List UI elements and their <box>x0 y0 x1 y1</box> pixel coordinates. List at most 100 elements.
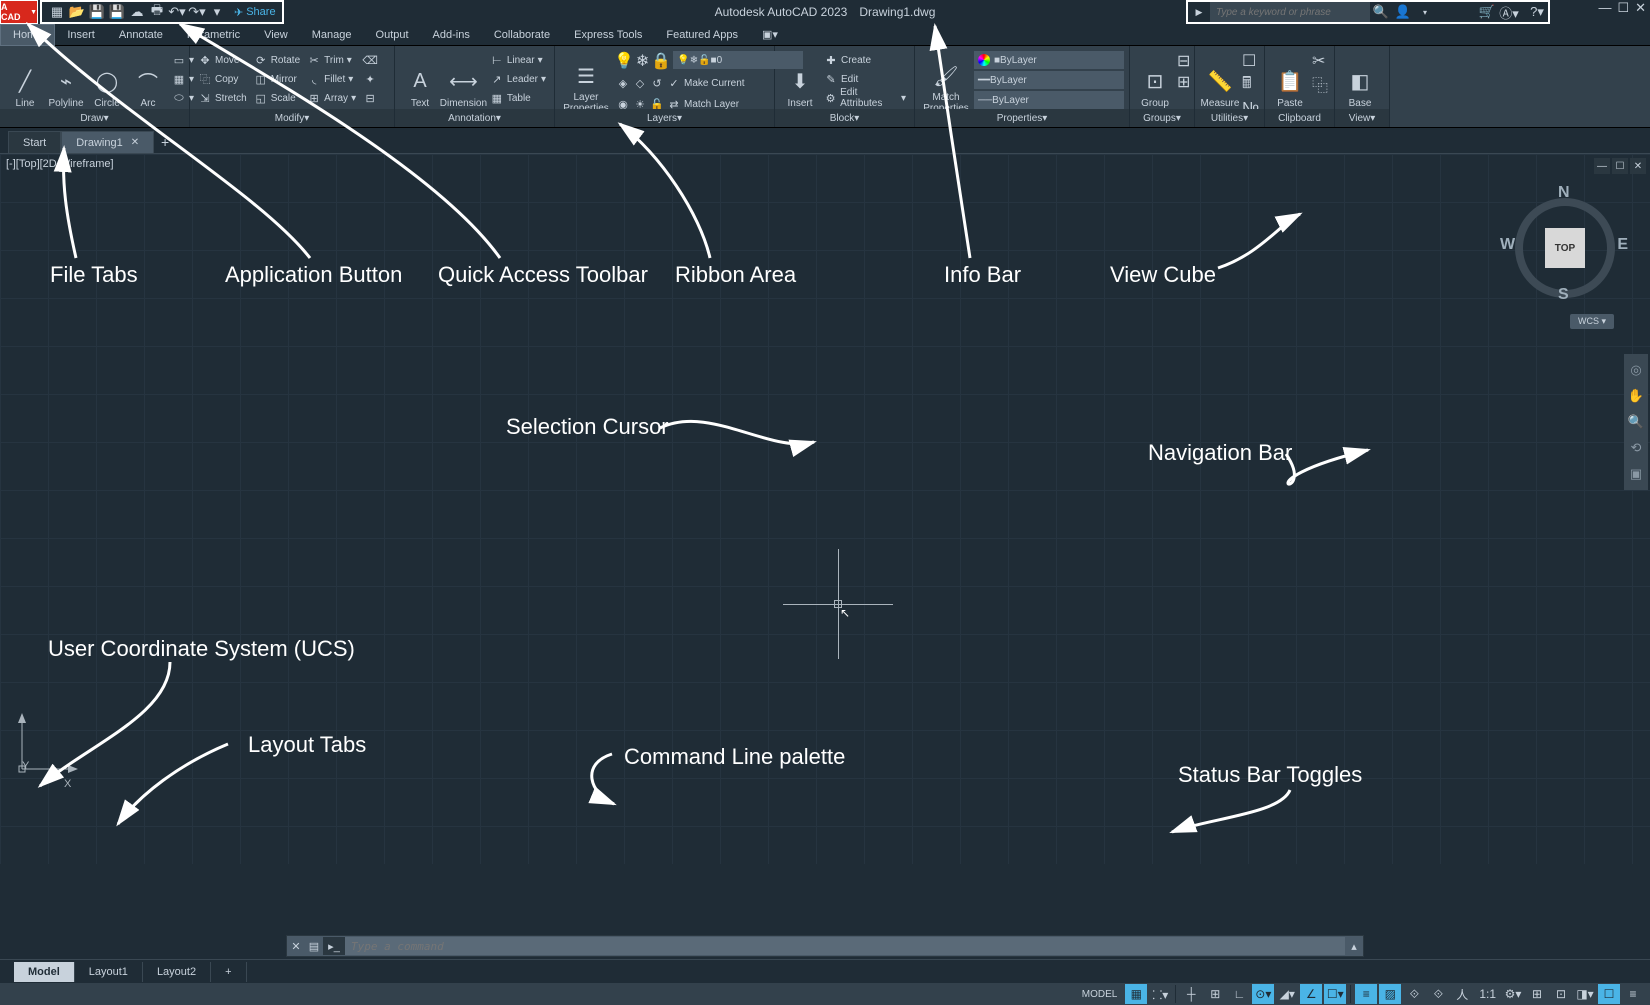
layer-off-icon[interactable]: 💡 <box>614 51 634 71</box>
viewcube-south[interactable]: S <box>1558 286 1569 304</box>
status-osnap-icon[interactable]: ∠ <box>1300 984 1322 1004</box>
color-combo[interactable]: ■ ByLayer <box>974 51 1124 69</box>
viewcube-north[interactable]: N <box>1558 184 1570 202</box>
status-isodraft-icon[interactable]: ◢▾ <box>1276 984 1298 1004</box>
viewcube-top-face[interactable]: TOP <box>1545 228 1585 268</box>
saveas-icon[interactable]: 💾 <box>108 3 126 21</box>
viewport-minimize-icon[interactable]: — <box>1594 158 1610 174</box>
layer-freeze-icon[interactable]: ❄ <box>636 51 649 71</box>
erase-button[interactable]: ⌫ <box>361 51 379 69</box>
scale-button[interactable]: ◱Scale <box>252 89 302 107</box>
status-hardware-icon[interactable]: ⊡ <box>1550 984 1572 1004</box>
status-anno-visibility-icon[interactable]: 人 <box>1451 984 1473 1004</box>
drawing-area[interactable]: [-][Top][2D Wireframe] — ☐ ✕ N S E W TOP… <box>0 154 1650 864</box>
panel-utilities-title[interactable]: Utilities▾ <box>1195 109 1264 127</box>
signin-icon[interactable]: 👤 <box>1392 1 1414 23</box>
panel-modify-title[interactable]: Modify ▾ <box>190 109 394 127</box>
status-grid-icon[interactable]: ▦ <box>1125 984 1147 1004</box>
panel-annotation-title[interactable]: Annotation ▾ <box>395 109 554 127</box>
ungroup-icon[interactable]: ⊟ <box>1177 51 1190 71</box>
tab-express-tools[interactable]: Express Tools <box>562 24 654 46</box>
status-lineweight-icon[interactable]: ≡ <box>1355 984 1377 1004</box>
tab-home[interactable]: Home <box>0 24 55 46</box>
panel-layers-title[interactable]: Layers ▾ <box>555 109 774 127</box>
status-clean-icon[interactable]: ☐ <box>1598 984 1620 1004</box>
viewport-close-icon[interactable]: ✕ <box>1630 158 1646 174</box>
close-icon[interactable]: ✕ <box>1635 0 1646 16</box>
viewcube-east[interactable]: E <box>1617 236 1628 254</box>
rotate-button[interactable]: ⟳Rotate <box>252 51 302 69</box>
explode-button[interactable]: ✦ <box>361 70 379 88</box>
lineweight-combo[interactable]: ━━ ByLayer <box>974 71 1124 89</box>
nav-showmotion-icon[interactable]: ▣ <box>1626 462 1646 486</box>
status-infer-icon[interactable]: ┼ <box>1180 984 1202 1004</box>
plot-icon[interactable]: 🖶 <box>148 3 166 21</box>
status-monitor-icon[interactable]: ⊞ <box>1526 984 1548 1004</box>
status-polar-icon[interactable]: ⊙▾ <box>1252 984 1274 1004</box>
nav-pan-icon[interactable]: ✋ <box>1626 384 1646 408</box>
trim-button[interactable]: ✂Trim ▾ <box>305 51 358 69</box>
status-transparency-icon[interactable]: ▨ <box>1379 984 1401 1004</box>
search-input[interactable] <box>1210 2 1370 22</box>
add-tab-button[interactable]: + <box>154 131 176 153</box>
layer-prev-icon[interactable]: ↺ <box>650 76 664 90</box>
layer-lock-icon[interactable]: 🔒 <box>651 51 671 71</box>
tab-insert[interactable]: Insert <box>55 24 107 46</box>
linetype-combo[interactable]: ── ByLayer <box>974 91 1124 109</box>
select-all-icon[interactable]: ☐ <box>1242 51 1259 71</box>
panel-groups-title[interactable]: Groups▾ <box>1130 109 1194 127</box>
status-workspace-icon[interactable]: ⚙▾ <box>1502 984 1524 1004</box>
move-button[interactable]: ✥Move <box>196 51 249 69</box>
linear-button[interactable]: ⊢Linear ▾ <box>488 51 548 69</box>
viewport-label[interactable]: [-][Top][2D Wireframe] <box>6 158 114 170</box>
fillet-button[interactable]: ◟Fillet ▾ <box>305 70 358 88</box>
application-menu-button[interactable]: A CAD▼ <box>0 0 38 24</box>
stretch-button[interactable]: ⇲Stretch <box>196 89 249 107</box>
status-snap-icon[interactable]: ⸬▾ <box>1149 984 1171 1004</box>
table-button[interactable]: ▦Table <box>488 89 548 107</box>
panel-view-title[interactable]: View▾ <box>1335 109 1389 127</box>
new-icon[interactable]: ▦ <box>48 3 66 21</box>
status-ortho-icon[interactable]: ∟ <box>1228 984 1250 1004</box>
share-button[interactable]: ✈Share <box>234 6 276 19</box>
panel-properties-title[interactable]: Properties ▾ <box>915 109 1129 127</box>
tab-annotate[interactable]: Annotate <box>107 24 175 46</box>
tab-output[interactable]: Output <box>364 24 421 46</box>
offset-button[interactable]: ⊟ <box>361 89 379 107</box>
create-block-button[interactable]: ✚Create <box>822 51 908 69</box>
command-input[interactable] <box>345 937 1345 955</box>
save-icon[interactable]: 💾 <box>88 3 106 21</box>
web-mobile-icon[interactable]: ☁ <box>128 3 146 21</box>
tab-parametric[interactable]: Parametric <box>175 24 252 46</box>
help-icon[interactable]: ?▾ <box>1526 1 1548 23</box>
search-arrow-icon[interactable]: ▶ <box>1188 1 1210 23</box>
edit-block-button[interactable]: ✎Edit <box>822 70 908 88</box>
redo-icon[interactable]: ↷▾ <box>188 3 206 21</box>
status-annotation-scale-icon[interactable]: ⟐ <box>1427 984 1449 1004</box>
panel-draw-title[interactable]: Draw ▾ <box>0 109 189 127</box>
app-store-icon[interactable]: 🛒 <box>1476 1 1498 23</box>
maximize-icon[interactable]: ☐ <box>1617 0 1629 16</box>
view-cube[interactable]: N S E W TOP <box>1510 184 1620 304</box>
viewcube-west[interactable]: W <box>1500 236 1515 254</box>
minimize-icon[interactable]: — <box>1598 0 1611 16</box>
layout-tab-layout2[interactable]: Layout2 <box>143 962 211 982</box>
tab-manage[interactable]: Manage <box>300 24 364 46</box>
open-icon[interactable]: 📂 <box>68 3 86 21</box>
status-cycling-icon[interactable]: ⟐ <box>1403 984 1425 1004</box>
status-customize-icon[interactable]: ≡ <box>1622 984 1644 1004</box>
cmdline-expand-icon[interactable]: ▴ <box>1345 937 1363 955</box>
status-dynamic-input-icon[interactable]: ⊞ <box>1204 984 1226 1004</box>
wcs-badge[interactable]: WCS ▾ <box>1570 314 1614 329</box>
status-isolate-icon[interactable]: ◨▾ <box>1574 984 1596 1004</box>
mirror-button[interactable]: ◫Mirror <box>252 70 302 88</box>
edit-attributes-button[interactable]: ⚙Edit Attributes ▾ <box>822 89 908 107</box>
group-edit-icon[interactable]: ⊞ <box>1177 72 1190 92</box>
status-scale-label[interactable]: 1:1 <box>1475 984 1500 1004</box>
status-model-button[interactable]: MODEL <box>1076 984 1124 1004</box>
array-button[interactable]: ⊞Array ▾ <box>305 89 358 107</box>
viewport-maximize-icon[interactable]: ☐ <box>1612 158 1628 174</box>
tab-overflow-icon[interactable]: ▣▾ <box>750 24 790 46</box>
layer-iso-icon[interactable]: ◈ <box>616 76 630 90</box>
layer-uniso-icon[interactable]: ◇ <box>633 76 647 90</box>
